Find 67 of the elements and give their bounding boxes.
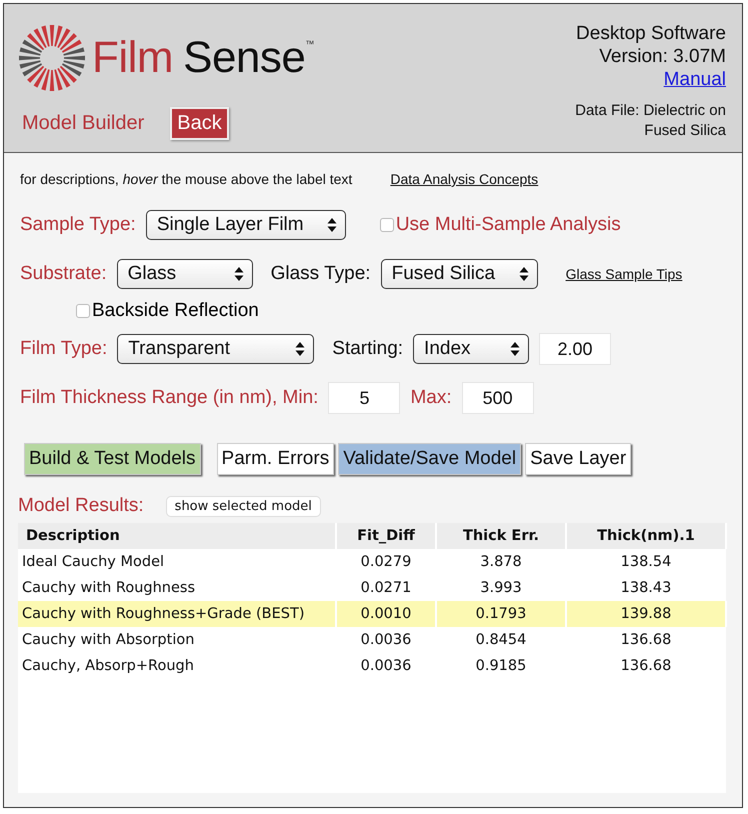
field-label: Sample Type: xyxy=(20,214,136,236)
table-cell[interactable]: 0.9185 xyxy=(437,653,567,679)
dropdown[interactable]: Glass xyxy=(116,259,253,289)
updown-icon xyxy=(518,266,529,282)
field-label: Film Type: xyxy=(20,338,108,360)
data-file-label: Data File: Dielectric on Fused Silica xyxy=(574,101,726,141)
dropdown[interactable]: Transparent xyxy=(117,334,314,364)
dropdown[interactable]: Fused Silica xyxy=(380,259,538,289)
column-header: Description xyxy=(18,523,337,549)
updown-icon xyxy=(234,266,244,282)
action-button[interactable]: Validate/Save Model xyxy=(338,443,522,475)
table-cell[interactable]: 0.0271 xyxy=(337,575,437,601)
updown-icon xyxy=(326,217,337,233)
table-cell[interactable]: Cauchy, Absorp+Rough xyxy=(18,653,337,679)
table-cell[interactable]: 136.68 xyxy=(567,653,727,679)
table-cell[interactable]: Cauchy with Absorption xyxy=(18,627,337,653)
field-label: Glass Type: xyxy=(270,263,371,285)
updown-icon xyxy=(510,341,520,357)
table-cell[interactable]: 0.0036 xyxy=(337,653,437,679)
page-title: Model Builder xyxy=(22,112,144,135)
table-cell[interactable]: 0.0279 xyxy=(337,549,437,575)
table-cell[interactable]: 138.43 xyxy=(567,575,727,601)
checkbox[interactable] xyxy=(76,304,90,318)
manual-link[interactable]: Manual xyxy=(664,68,726,91)
table-cell[interactable]: 0.1793 xyxy=(437,601,567,627)
table-cell[interactable]: 3.993 xyxy=(437,575,567,601)
input-field[interactable]: 2.00 xyxy=(539,333,612,365)
field-label: Substrate: xyxy=(20,263,107,285)
table-cell[interactable]: Cauchy with Roughness xyxy=(18,575,337,601)
section-title: Model Results: xyxy=(18,495,144,517)
logo-text: Sense xyxy=(183,33,306,83)
field-label: Max: xyxy=(410,387,452,409)
table-cell[interactable]: Cauchy with Roughness+Grade (BEST) xyxy=(18,601,337,627)
logo-text: Film xyxy=(92,33,174,83)
version-label: Version: 3.07M xyxy=(599,45,726,68)
action-button[interactable]: Save Layer xyxy=(525,443,632,475)
table-cell[interactable]: 138.54 xyxy=(567,549,727,575)
table-cell[interactable]: 0.8454 xyxy=(437,627,567,653)
column-header: Fit_Diff xyxy=(337,523,437,549)
table-cell[interactable]: 0.0036 xyxy=(337,627,437,653)
input-field[interactable]: 500 xyxy=(462,382,534,414)
checkbox-label: Use Multi-Sample Analysis xyxy=(396,214,621,236)
table-cell[interactable]: 3.878 xyxy=(437,549,567,575)
show-model-button[interactable]: show selected model xyxy=(166,496,321,516)
trademark-mark: ™ xyxy=(305,39,314,49)
column-header: Thick Err. xyxy=(437,523,567,549)
back-button[interactable]: Back xyxy=(170,107,229,140)
table-cell[interactable]: 139.88 xyxy=(567,601,727,627)
table-cell[interactable]: Ideal Cauchy Model xyxy=(18,549,337,575)
dropdown[interactable]: Single Layer Film xyxy=(146,210,346,240)
table-cell[interactable]: 136.68 xyxy=(567,627,727,653)
concepts-link[interactable]: Data Analysis Concepts xyxy=(390,171,538,187)
table-cell[interactable]: 0.0010 xyxy=(337,601,437,627)
column-header: Thick(nm).1 xyxy=(567,523,727,549)
checkbox[interactable] xyxy=(380,218,394,232)
field-label: Starting: xyxy=(332,338,404,360)
field-label: Film Thickness Range (in nm), Min: xyxy=(20,387,318,409)
action-button[interactable]: Build & Test Models xyxy=(24,443,201,475)
action-button[interactable]: Parm. Errors xyxy=(216,443,334,475)
starburst-icon xyxy=(18,24,86,92)
input-field[interactable]: 5 xyxy=(328,382,400,414)
checkbox-label: Backside Reflection xyxy=(92,300,259,322)
tips-link[interactable]: Glass Sample Tips xyxy=(566,266,682,282)
product-name: Desktop Software xyxy=(576,22,726,45)
dropdown[interactable]: Index xyxy=(413,334,530,364)
hint-text: for descriptions, hover the mouse above the label text xyxy=(20,171,352,187)
updown-icon xyxy=(295,341,306,357)
